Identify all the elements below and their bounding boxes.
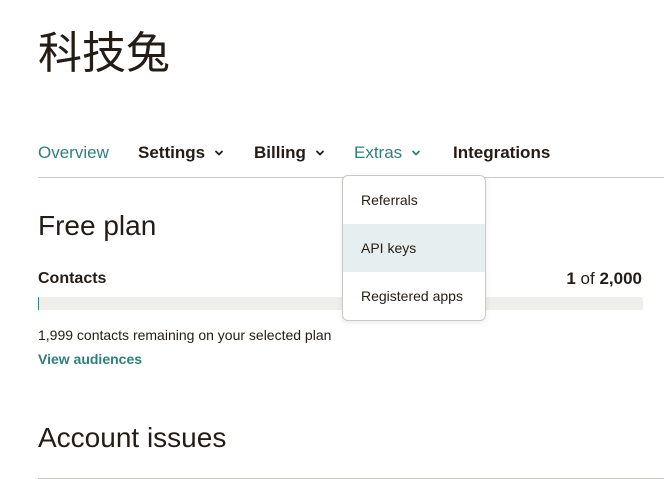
menu-item-registered-apps[interactable]: Registered apps [343,272,485,320]
tab-integrations-label: Integrations [453,143,551,162]
chevron-down-icon [314,147,326,159]
tab-billing[interactable]: Billing [254,140,326,166]
tab-integrations[interactable]: Integrations [453,140,550,166]
view-audiences-link[interactable]: View audiences [38,351,142,367]
account-nav: Overview Settings Billing Extras Integra… [38,140,664,178]
tab-overview-label: Overview [38,143,109,162]
tab-extras-label: Extras [354,143,403,162]
tab-settings[interactable]: Settings [138,140,225,166]
account-issues-title: Account issues [38,422,227,453]
contacts-limit: 2,000 [599,269,642,288]
account-title: 科技兔 [38,28,170,79]
contacts-used: 1 [566,269,576,288]
menu-item-api-keys[interactable]: API keys [343,224,485,272]
contacts-count: 1 of 2,000 [566,269,642,289]
menu-item-referrals[interactable]: Referrals [343,176,485,224]
chevron-down-icon [213,147,225,159]
plan-title: Free plan [38,210,157,241]
contacts-label: Contacts [38,270,107,287]
contacts-of: of [580,269,595,288]
contacts-remaining-text: 1,999 contacts remaining on your selecte… [38,327,332,343]
tab-extras[interactable]: Extras [354,140,422,166]
chevron-down-icon [410,147,422,159]
extras-dropdown-menu: Referrals API keys Registered apps [342,175,486,321]
contacts-progress-bar [38,297,643,310]
tab-billing-label: Billing [254,143,306,162]
tab-settings-label: Settings [138,143,206,162]
tab-overview[interactable]: Overview [38,140,109,166]
